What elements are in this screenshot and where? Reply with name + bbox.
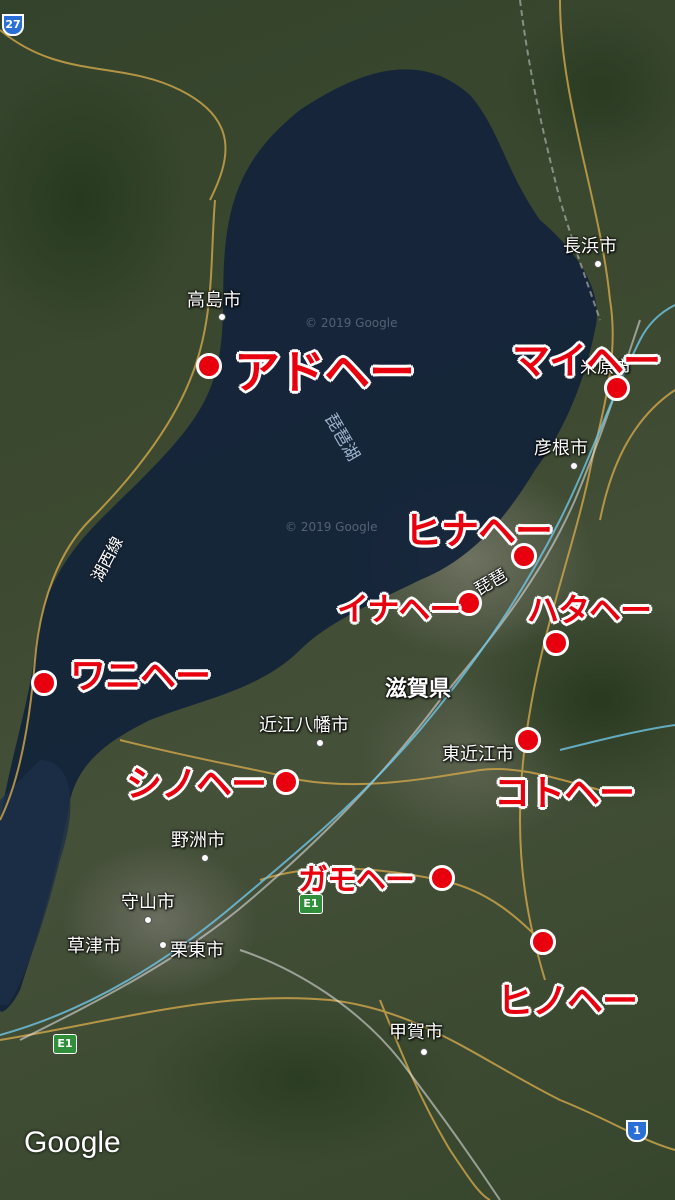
copyright-watermark-2: © 2019 Google xyxy=(285,520,378,534)
city-dot-yasu xyxy=(201,854,209,862)
annotation-ado: アドヘー xyxy=(234,345,415,399)
annotation-shino: シノヘー xyxy=(126,764,267,805)
city-dot-takashima xyxy=(218,313,226,321)
city-dot-nagahama xyxy=(594,260,602,268)
city-dot-moriyama xyxy=(144,916,152,924)
marker-ado[interactable] xyxy=(196,353,222,379)
city-dot-ritto xyxy=(159,941,167,949)
annotation-hina: ヒナヘー xyxy=(404,509,553,553)
annotation-ina: イナヘー xyxy=(337,590,461,628)
city-omihachiman[interactable]: 近江八幡市 xyxy=(259,711,349,737)
expressway-e1-shield-2: E1 xyxy=(53,1034,77,1054)
annotation-hino: ヒノヘー xyxy=(497,981,638,1022)
city-hikone[interactable]: 彦根市 xyxy=(534,434,588,460)
marker-gamo[interactable] xyxy=(429,865,455,891)
city-dot-koka xyxy=(420,1048,428,1056)
city-higashiomi[interactable]: 東近江市 xyxy=(442,740,514,766)
route-27-shield: 27 xyxy=(2,14,24,36)
city-ritto[interactable]: 栗東市 xyxy=(170,936,224,962)
city-takashima[interactable]: 高島市 xyxy=(187,286,241,312)
annotation-koto: コトヘー xyxy=(494,773,635,814)
marker-hata[interactable] xyxy=(543,630,569,656)
city-koka[interactable]: 甲賀市 xyxy=(389,1018,443,1044)
copyright-watermark-1: © 2019 Google xyxy=(305,316,398,330)
marker-hino[interactable] xyxy=(530,929,556,955)
annotation-wani: ワニヘー xyxy=(70,656,211,697)
annotation-hata: ハタヘー xyxy=(527,591,652,629)
marker-shino[interactable] xyxy=(273,769,299,795)
annotation-mai: マイヘー xyxy=(512,339,661,383)
city-nagahama[interactable]: 長浜市 xyxy=(563,232,617,258)
city-dot-omihachiman xyxy=(316,739,324,747)
city-moriyama[interactable]: 守山市 xyxy=(121,888,175,914)
route-1-shield: 1 xyxy=(626,1120,648,1142)
city-kusatsu[interactable]: 草津市 xyxy=(67,932,121,958)
marker-koto[interactable] xyxy=(515,727,541,753)
annotation-gamo: ガモヘー xyxy=(298,863,415,898)
prefecture-label: 滋賀県 xyxy=(385,677,452,702)
google-logo[interactable]: Google xyxy=(24,1126,121,1160)
city-dot-hikone xyxy=(570,462,578,470)
city-yasu[interactable]: 野洲市 xyxy=(171,826,225,852)
satellite-map[interactable]: 琵琶湖 湖西線 琵琶 © 2019 Google © 2019 Google 滋… xyxy=(0,0,675,1200)
marker-wani[interactable] xyxy=(31,670,57,696)
